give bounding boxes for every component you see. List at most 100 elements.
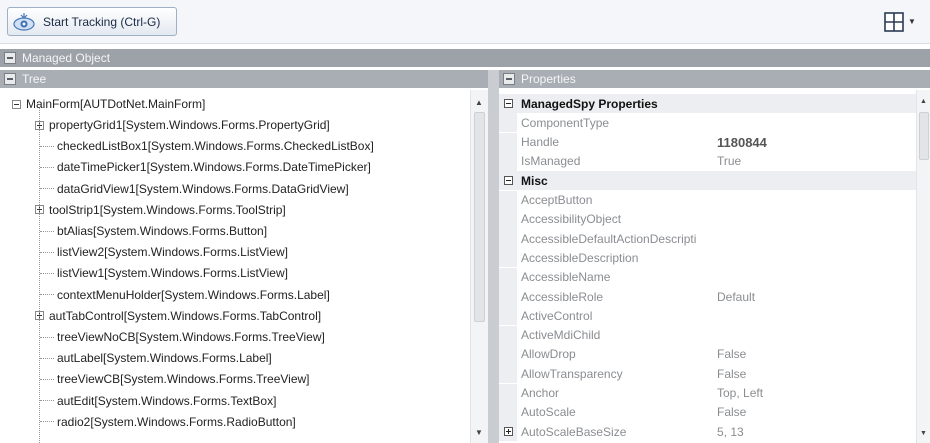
tree-node-label: dataGridView1[System.Windows.Forms.DataG… [57, 181, 349, 196]
property-value[interactable]: True [707, 154, 741, 168]
tree-header[interactable]: Tree [0, 70, 488, 88]
tree-node[interactable]: radio2[System.Windows.Forms.RadioButton] [40, 412, 488, 432]
collapse-category-icon[interactable] [503, 99, 513, 108]
property-name: ActiveMdiChild [521, 328, 601, 343]
property-row[interactable]: AutoScaleBaseSize 5, 13 [499, 422, 916, 442]
grid-layout-icon [884, 11, 904, 32]
properties-scrollbar[interactable]: ▲ ▼ [916, 90, 930, 443]
tree-node[interactable]: dataGridView1[System.Windows.Forms.DataG… [40, 179, 488, 199]
property-name: AcceptButton [521, 193, 593, 207]
category-label: ManagedSpy Properties [521, 96, 658, 111]
property-row[interactable]: AcceptButton [499, 190, 916, 210]
collapse-icon[interactable] [4, 52, 16, 64]
property-row[interactable]: AccessibleName [499, 267, 916, 287]
managed-object-header[interactable]: Managed Object [0, 49, 930, 67]
tree-node[interactable]: contextMenuHolder[System.Windows.Forms.L… [40, 285, 488, 305]
property-grid[interactable]: ManagedSpy Properties ComponentType Handle… [499, 90, 930, 443]
property-row[interactable]: Handle 1180844 [499, 132, 916, 152]
property-name: AllowTransparency [521, 366, 623, 381]
tree-node-label: autLabel[System.Windows.Forms.Label] [57, 351, 272, 366]
property-row[interactable]: Anchor Top, Left [499, 383, 916, 403]
scroll-down-icon[interactable]: ▼ [920, 430, 927, 437]
property-name: ComponentType [521, 115, 610, 130]
property-name: ActiveControl [521, 308, 593, 323]
property-gutter [499, 248, 517, 268]
property-row[interactable]: ActiveMdiChild [499, 325, 916, 345]
property-row[interactable]: ComponentType [499, 113, 916, 133]
property-gutter [499, 132, 517, 152]
property-value[interactable]: Default [707, 290, 755, 304]
tree-node[interactable]: treeViewCB[System.Windows.Forms.TreeView… [40, 369, 488, 389]
property-gutter [499, 422, 517, 442]
property-name: AutoScale [521, 405, 576, 420]
start-tracking-label: Start Tracking (Ctrl-G) [43, 14, 161, 29]
property-gutter [499, 209, 517, 229]
category-misc[interactable]: Misc [499, 171, 916, 191]
property-row[interactable]: AccessibleDescription [499, 248, 916, 268]
collapse-icon[interactable] [4, 73, 16, 85]
layout-dropdown-button[interactable]: ▼ [884, 9, 926, 34]
property-value[interactable]: False [707, 367, 746, 381]
tree-node[interactable]: listView2[System.Windows.Forms.ListView] [40, 242, 488, 262]
tree-node[interactable]: autEdit[System.Windows.Forms.TextBox] [40, 391, 488, 411]
property-gutter [499, 402, 517, 422]
property-row[interactable]: AllowDrop False [499, 344, 916, 364]
properties-title: Properties [521, 72, 576, 86]
property-gutter [499, 383, 517, 403]
tree-root-node[interactable]: MainForm[AUTDotNet.MainForm] [12, 94, 482, 114]
collapse-node-icon[interactable] [12, 99, 21, 109]
property-row[interactable]: AccessibleRole Default [499, 287, 916, 306]
property-value[interactable]: 5, 13 [707, 425, 744, 439]
tree-node[interactable]: autTabControl[System.Windows.Forms.TabCo… [35, 306, 488, 326]
collapse-icon[interactable] [503, 73, 515, 85]
property-row[interactable]: AccessibleDefaultActionDescripti [499, 229, 916, 249]
tree-node[interactable]: btAlias[System.Windows.Forms.Button] [40, 221, 488, 241]
property-gutter [499, 151, 517, 171]
tree-connector [40, 421, 54, 423]
property-row[interactable]: AllowTransparency False [499, 364, 916, 384]
category-label: Misc [521, 173, 548, 188]
property-name: IsManaged [521, 154, 581, 169]
property-row[interactable]: AccessibilityObject [499, 209, 916, 229]
properties-header[interactable]: Properties [499, 70, 930, 88]
scroll-thumb[interactable] [919, 112, 929, 160]
tree-node[interactable]: propertyGrid1[System.Windows.Forms.Prope… [35, 115, 488, 135]
tree-node[interactable]: toolStrip1[System.Windows.Forms.ToolStri… [35, 200, 488, 220]
object-tree[interactable]: MainForm[AUTDotNet.MainForm] propertyGri… [0, 90, 488, 443]
tree-node[interactable]: autLabel[System.Windows.Forms.Label] [40, 348, 488, 368]
tree-node[interactable]: dateTimePicker1[System.Windows.Forms.Dat… [40, 157, 488, 177]
tree-node[interactable]: listView1[System.Windows.Forms.ListView] [40, 263, 488, 283]
property-gutter [499, 190, 517, 210]
scroll-thumb[interactable] [474, 112, 485, 322]
start-tracking-button[interactable]: Start Tracking (Ctrl-G) [7, 7, 177, 36]
tree-connector [40, 166, 54, 168]
tree-connector-line [39, 108, 40, 443]
property-value[interactable]: False [707, 405, 746, 419]
property-row[interactable]: ActiveControl [499, 306, 916, 326]
expand-property-icon[interactable] [503, 427, 513, 437]
panel-splitter[interactable] [488, 70, 499, 443]
category-managedspy-properties[interactable]: ManagedSpy Properties [499, 94, 916, 113]
property-name: AccessibleName [521, 270, 611, 285]
tree-node-label: listView2[System.Windows.Forms.ListView] [57, 245, 288, 260]
property-value[interactable]: Top, Left [707, 386, 763, 400]
scroll-up-icon[interactable]: ▲ [920, 98, 927, 105]
collapse-category-icon[interactable] [503, 176, 513, 186]
property-gutter [499, 325, 517, 345]
scroll-down-icon[interactable]: ▼ [475, 428, 483, 437]
tree-connector [40, 230, 54, 232]
tree-node-label: listView1[System.Windows.Forms.ListView] [57, 266, 288, 281]
scroll-up-icon[interactable]: ▲ [475, 98, 483, 107]
tree-node-label: autEdit[System.Windows.Forms.TextBox] [57, 393, 277, 408]
property-value[interactable]: False [707, 347, 746, 361]
property-value[interactable]: 1180844 [707, 135, 767, 150]
property-name: AccessibilityObject [521, 212, 622, 227]
tree-scrollbar[interactable]: ▲ ▼ [470, 90, 488, 443]
tree-node-label: btAlias[System.Windows.Forms.Button] [57, 224, 268, 238]
property-row[interactable]: IsManaged True [499, 151, 916, 171]
tree-node-label: toolStrip1[System.Windows.Forms.ToolStri… [49, 202, 286, 217]
tree-connector [40, 251, 54, 253]
tree-node[interactable]: checkedListBox1[System.Windows.Forms.Che… [40, 136, 488, 156]
tree-node[interactable]: treeViewNoCB[System.Windows.Forms.TreeVi… [40, 327, 488, 347]
property-row[interactable]: AutoScale False [499, 402, 916, 422]
